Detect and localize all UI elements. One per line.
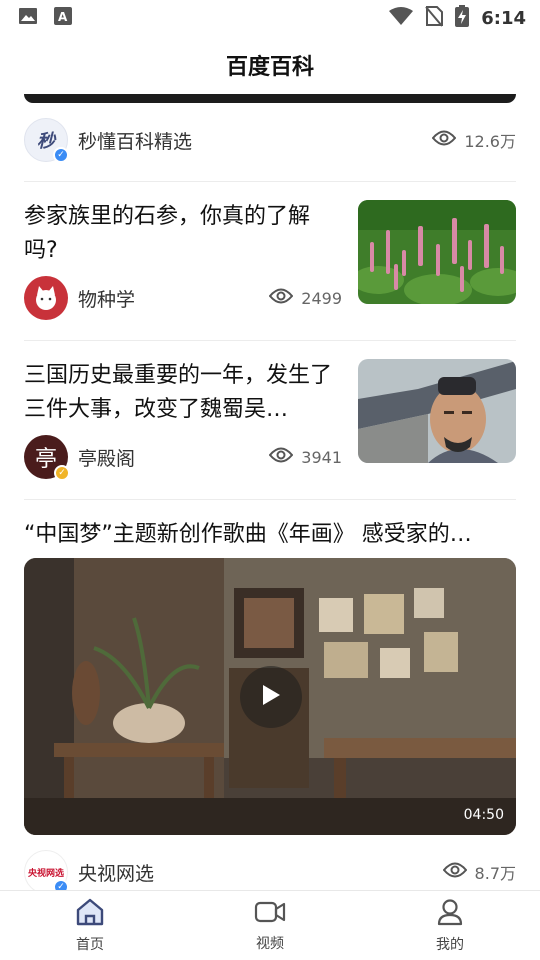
verified-badge-icon: ✓	[54, 465, 70, 481]
article-card[interactable]: 参家族里的石参，你真的了解吗? 物种学 2499	[24, 200, 516, 330]
video-icon	[254, 899, 286, 929]
nav-item-home[interactable]: 首页	[0, 891, 180, 960]
view-count: 2499	[268, 287, 342, 309]
wifi-icon	[389, 6, 414, 30]
avatar[interactable]: 秒 ✓	[24, 118, 69, 163]
nav-item-video[interactable]: 视频	[180, 891, 360, 960]
no-sim-icon	[425, 5, 444, 31]
nav-label-home: 首页	[76, 936, 104, 953]
nav-label-video: 视频	[256, 935, 284, 952]
page-title: 百度百科	[225, 55, 314, 80]
avatar[interactable]	[24, 276, 68, 320]
view-count-value: 3941	[301, 447, 342, 467]
font-icon: A	[54, 6, 72, 30]
status-bar: A 6:14	[0, 0, 540, 36]
home-icon	[75, 898, 105, 930]
top-item-meta[interactable]: 秒 ✓ 秒懂百科精选 12.6万	[24, 118, 516, 163]
avatar[interactable]: 亭 ✓	[24, 435, 70, 481]
clock: 6:14	[481, 7, 526, 29]
eye-icon	[268, 446, 294, 468]
divider	[24, 499, 516, 500]
view-count: 3941	[268, 446, 342, 468]
avatar-logo-text: 秒	[37, 131, 55, 152]
svg-text:A: A	[58, 10, 68, 24]
view-count-value: 2499	[301, 288, 342, 308]
nav-label-profile: 我的	[436, 936, 464, 953]
view-count: 12.6万	[432, 128, 516, 152]
article-title[interactable]: 参家族里的石参，你真的了解吗?	[24, 200, 342, 268]
play-icon	[260, 683, 282, 711]
view-count-value: 8.7万	[474, 864, 516, 883]
source-name[interactable]: 央视网选	[78, 859, 154, 886]
divider	[24, 340, 516, 341]
eye-icon	[268, 287, 294, 309]
battery-charging-icon	[455, 5, 470, 31]
bottom-navigation: 首页 视频 我的	[0, 890, 540, 960]
app-header: 百度百科	[0, 36, 540, 94]
video-duration: 04:50	[463, 807, 504, 823]
avatar-logo-text: 央视网选	[27, 868, 64, 879]
eye-icon	[442, 861, 467, 883]
source-name[interactable]: 秒懂百科精选	[78, 127, 192, 154]
play-button[interactable]	[240, 666, 302, 728]
divider	[24, 181, 516, 182]
article-thumbnail[interactable]	[358, 200, 516, 304]
view-count-value: 12.6万	[464, 132, 516, 151]
article-thumbnail[interactable]	[358, 359, 516, 463]
video-thumbnail[interactable]: 04:50	[24, 558, 516, 835]
profile-icon	[436, 898, 464, 930]
avatar[interactable]: 央视网选 ✓	[24, 850, 69, 890]
view-count: 8.7万	[442, 860, 516, 884]
image-icon	[18, 6, 38, 30]
source-name[interactable]: 物种学	[78, 285, 135, 312]
verified-badge-icon: ✓	[53, 147, 69, 163]
feed[interactable]: 秒 ✓ 秒懂百科精选 12.6万 参家族里的石参，你真的了解吗? 物种学 249…	[0, 94, 540, 890]
previous-video-thumbnail[interactable]	[24, 94, 516, 103]
eye-icon	[432, 129, 457, 151]
article-title[interactable]: 三国历史最重要的一年，发生了三件大事，改变了魏蜀吴…	[24, 359, 342, 427]
video-meta[interactable]: 央视网选 ✓ 央视网选 8.7万	[24, 850, 516, 890]
source-name[interactable]: 亭殿阁	[78, 444, 135, 471]
video-title[interactable]: “中国梦”主题新创作歌曲《年画》 感受家的…	[24, 516, 516, 548]
article-card[interactable]: 三国历史最重要的一年，发生了三件大事，改变了魏蜀吴… 亭 ✓ 亭殿阁 3941	[24, 359, 516, 489]
verified-badge-icon: ✓	[53, 879, 69, 890]
nav-item-profile[interactable]: 我的	[360, 891, 540, 960]
avatar-logo-text: 亭	[34, 447, 57, 472]
